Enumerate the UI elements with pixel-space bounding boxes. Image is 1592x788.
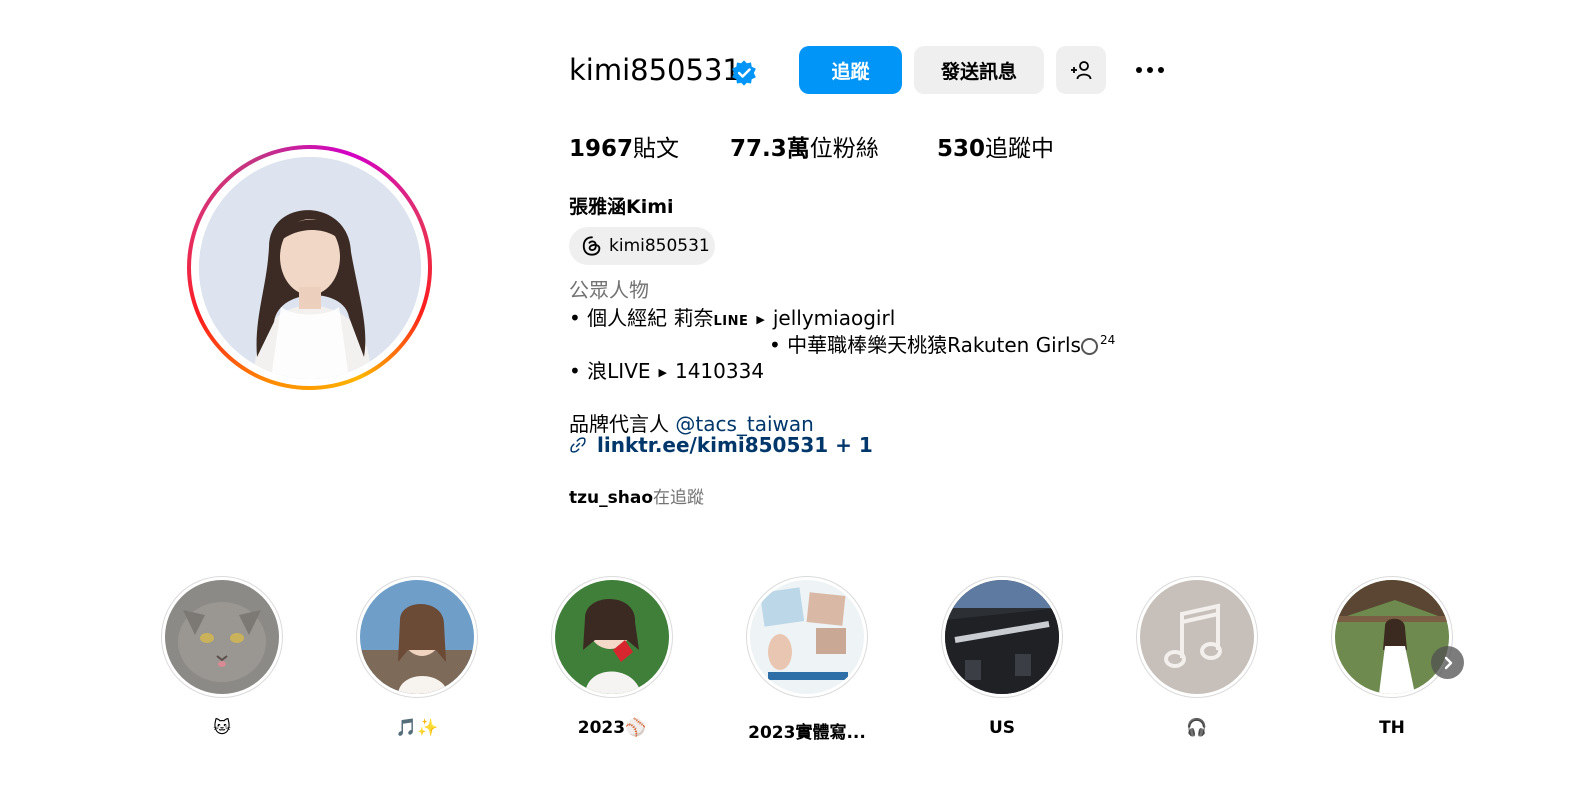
- external-link[interactable]: linktr.ee/kimi850531 + 1: [569, 433, 873, 457]
- highlight-item[interactable]: US: [940, 576, 1064, 742]
- bio-number-sup: 24: [1099, 333, 1116, 347]
- triangle-right-icon: ▶: [756, 313, 765, 326]
- highlight-ring: [161, 576, 283, 698]
- verified-badge-icon: [732, 60, 756, 86]
- avatar-gap: [191, 149, 428, 386]
- story-ring[interactable]: [187, 145, 432, 390]
- following-count: 530: [937, 136, 986, 162]
- highlight-cover: [555, 580, 669, 694]
- highlight-ring: [941, 576, 1063, 698]
- threads-handle: kimi850531: [609, 236, 710, 256]
- suggested-users-button[interactable]: [1056, 46, 1106, 94]
- chevron-right-icon: [1444, 656, 1452, 669]
- external-link-text: linktr.ee/kimi850531 + 1: [597, 433, 873, 457]
- following-label: 追蹤中: [985, 136, 1055, 162]
- followed-by[interactable]: tzu_shao在追蹤: [569, 483, 704, 508]
- highlight-label: 2023⚾: [577, 718, 647, 738]
- highlights-next-button[interactable]: [1431, 646, 1464, 679]
- posts-stat: 1967貼文: [569, 134, 679, 164]
- highlight-cover: [945, 580, 1059, 694]
- bio-rakuten-text: • 中華職棒樂天桃猿Rakuten Girls: [769, 333, 1081, 357]
- highlight-item[interactable]: 2023⚾: [550, 576, 674, 742]
- highlight-ring: [356, 576, 478, 698]
- link-icon: [570, 437, 586, 453]
- followed-by-suffix: 在追蹤: [653, 488, 704, 508]
- follow-button[interactable]: 追蹤: [799, 46, 902, 94]
- posts-label: 貼文: [633, 136, 680, 162]
- followers-count: 77.3萬: [730, 136, 810, 162]
- highlight-item[interactable]: 🐱: [160, 576, 284, 742]
- followed-by-user: tzu_shao: [569, 488, 653, 508]
- bio-line-manager: • 個人經紀 莉奈LINE ▶ jellymiaogirl: [569, 302, 895, 331]
- highlight-label: US: [988, 718, 1016, 738]
- followers-stat[interactable]: 77.3萬位粉絲: [730, 134, 879, 164]
- followers-label: 位粉絲: [809, 136, 879, 162]
- highlight-item[interactable]: 🎵✨: [355, 576, 479, 742]
- bio-line-langlive: • 浪LIVE ▶ 1410334: [569, 355, 764, 384]
- bio-langlive-text: • 浪LIVE: [569, 359, 651, 383]
- profile-page: kimi850531 追蹤 發送訊息 1967貼文 77.3萬位粉絲 530追蹤…: [0, 0, 1592, 788]
- highlight-ring: [1136, 576, 1258, 698]
- more-dot: [1136, 67, 1142, 73]
- threads-badge[interactable]: kimi850531: [569, 227, 715, 265]
- more-dot: [1147, 67, 1153, 73]
- threads-icon: [582, 236, 601, 256]
- highlight-label: 🎵✨: [395, 718, 439, 738]
- highlight-label: 🐱: [213, 718, 231, 738]
- highlight-item[interactable]: 2023實體寫...: [745, 576, 869, 743]
- highlight-ring: [1331, 576, 1453, 698]
- highlight-label: 🎧: [1186, 718, 1208, 738]
- following-stat[interactable]: 530追蹤中: [937, 134, 1054, 164]
- avatar[interactable]: [198, 156, 421, 379]
- music-note-icon: [1164, 603, 1222, 668]
- category-label: 公眾人物: [569, 278, 649, 302]
- triangle-right-icon: ▶: [658, 366, 667, 379]
- highlight-cover: [750, 580, 864, 694]
- bio-line-rakuten: • 中華職棒樂天桃猿Rakuten Girls 24: [769, 329, 1115, 358]
- message-button[interactable]: 發送訊息: [914, 46, 1044, 94]
- more-dot: [1158, 67, 1164, 73]
- add-user-icon: [1071, 61, 1092, 80]
- highlight-cover: [1335, 580, 1449, 694]
- highlight-cover: [165, 580, 279, 694]
- highlight-label: TH: [1379, 718, 1405, 738]
- bio-line-id: jellymiaogirl: [772, 306, 896, 330]
- baseball-icon: [1080, 338, 1098, 355]
- posts-count: 1967: [569, 136, 634, 162]
- highlight-ring: [746, 576, 868, 698]
- bio-manager-text: • 個人經紀 莉奈: [569, 306, 714, 330]
- more-options-button[interactable]: [1128, 54, 1172, 86]
- username: kimi850531: [569, 53, 741, 87]
- highlight-item[interactable]: 🎧: [1135, 576, 1259, 742]
- highlight-cover: [360, 580, 474, 694]
- highlight-cover: [1140, 580, 1254, 694]
- full-name: 張雅涵Kimi: [569, 196, 674, 218]
- bio-langlive-id: 1410334: [674, 359, 765, 383]
- highlight-ring: [551, 576, 673, 698]
- line-logo: LINE: [713, 314, 749, 329]
- highlight-label: 2023實體寫...: [748, 723, 866, 743]
